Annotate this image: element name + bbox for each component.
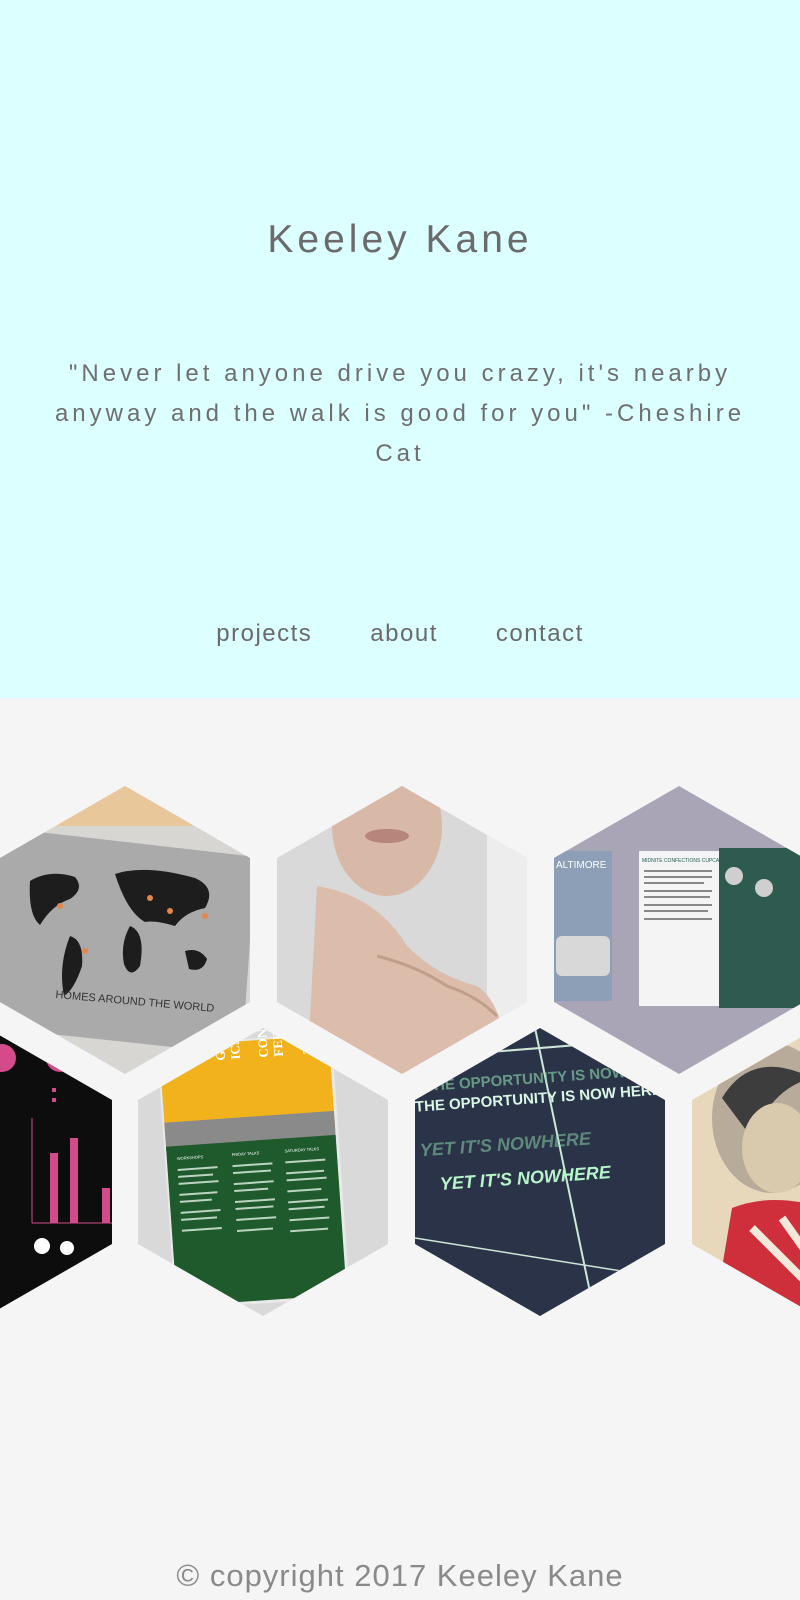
project-tile-portrait-shoulder[interactable] [277,786,527,1074]
project-tile-type-projection[interactable]: THE OPPORTUNITY IS NOW HERE THE OPPORTUN… [415,1028,665,1316]
poster-title-line: 2016 [298,1028,315,1055]
site-footer: © copyright 2017 Keeley Kane [0,1558,800,1594]
project-tile-infographic[interactable] [0,1028,112,1316]
map-pin-icon [167,908,173,914]
project-tile-magazine[interactable]: ALTIMORE MIDNITE CONFECTIONS CUPCAKERY [554,786,800,1074]
nav-projects-link[interactable]: projects [216,620,312,648]
poster-title-line: LIN [182,1039,199,1064]
magazine-heading: ALTIMORE [556,860,607,871]
project-gallery: HOMES AROUND THE WORLD ALTIMORE MIDNITE … [0,698,800,1348]
poster-title-line: ICS [227,1037,243,1060]
project-tile-world-map[interactable]: HOMES AROUND THE WORLD [0,786,250,1074]
poster-title-line: GRAPH [210,1028,228,1061]
main-nav: projects about contact [0,620,800,648]
hero-quote: "Never let anyone drive you crazy, it's … [54,360,746,467]
map-pin-icon [82,948,88,954]
hero-section: Keeley Kane "Never let anyone drive you … [0,0,800,698]
site-title: Keeley Kane [267,218,533,261]
project-tile-typography-poster[interactable]: DUB LIN TYPO GRAPH ICS CON FERNECE 2016 … [138,1028,388,1316]
map-pin-icon [202,913,208,919]
map-pin-icon [147,895,153,901]
nav-about-link[interactable]: about [370,620,438,648]
copyright-text: © copyright 2017 Keeley Kane [176,1558,624,1593]
map-pin-icon [57,903,63,909]
project-tile-illustration[interactable] [692,1028,800,1316]
nav-contact-link[interactable]: contact [496,620,584,648]
poster-title-line: TYPO [196,1028,213,1062]
